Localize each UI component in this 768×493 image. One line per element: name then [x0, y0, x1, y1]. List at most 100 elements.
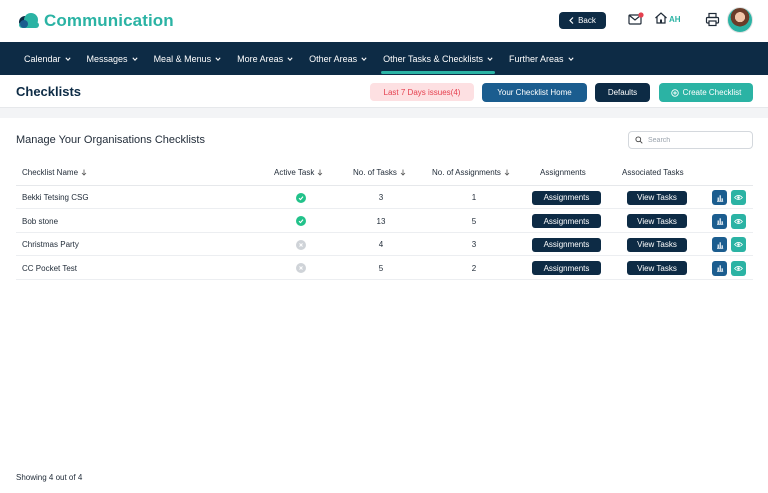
task-count: 3 — [378, 193, 384, 202]
nav-item-label: More Areas — [237, 53, 284, 64]
section-title: Manage Your Organisations Checklists — [16, 134, 205, 146]
cloud-logo-icon — [19, 13, 39, 28]
view-tasks-button[interactable]: View Tasks — [627, 190, 687, 205]
column-header-active-label: Active Task — [274, 168, 315, 177]
column-header-assignments: Assignments — [540, 168, 586, 177]
nav-item-label: Other Areas — [309, 53, 358, 64]
table-row: CC Pocket Test 5 2 Assignments View Task… — [16, 257, 753, 280]
printer-icon[interactable] — [705, 12, 720, 27]
assignment-count: 2 — [471, 263, 477, 273]
defaults-button[interactable]: Defaults — [595, 83, 650, 102]
chevron-down-icon — [567, 56, 574, 61]
column-header-name-label: Checklist Name — [22, 168, 79, 177]
column-header-assignments-count[interactable]: No. of Assignments — [432, 168, 510, 177]
search-icon — [635, 136, 643, 144]
row-actions — [712, 233, 746, 256]
assignments-button[interactable]: Assignments — [532, 190, 601, 205]
eye-icon[interactable] — [731, 260, 746, 276]
nav-item-label: Calendar — [24, 53, 61, 64]
view-tasks-cell: View Tasks — [627, 186, 687, 209]
checklist-name[interactable]: Bob stone — [22, 210, 58, 233]
assignments-cell: Assignments — [532, 257, 601, 280]
column-header-tasks-label: No. of Tasks — [353, 168, 397, 177]
nav-item-0[interactable]: Calendar — [24, 42, 71, 75]
row-actions — [712, 210, 746, 233]
nav-item-label: Messages — [86, 53, 128, 64]
table-row: Bob stone 13 5 Assignments View Tasks — [16, 210, 753, 233]
nav-item-5[interactable]: Other Tasks & Checklists — [381, 42, 495, 75]
bar-chart-icon[interactable] — [712, 190, 727, 205]
back-button[interactable]: Back — [559, 12, 606, 29]
page-header: Checklists Last 7 Days issues(4) Your Ch… — [0, 75, 768, 108]
view-tasks-button[interactable]: View Tasks — [627, 237, 687, 252]
assignment-count: 5 — [471, 216, 477, 226]
task-count: 13 — [376, 216, 386, 226]
nav-item-1[interactable]: Messages — [87, 42, 138, 75]
pagination-summary: Showing 4 out of 4 — [16, 473, 83, 482]
app-title: Communication — [44, 11, 174, 30]
column-header-active[interactable]: Active Task — [274, 168, 323, 177]
view-tasks-cell: View Tasks — [627, 210, 687, 233]
eye-icon[interactable] — [731, 213, 746, 229]
home-icon[interactable] — [654, 11, 668, 25]
eye-icon[interactable] — [731, 190, 746, 205]
column-header-assignments-label: Assignments — [540, 168, 586, 177]
active-status — [286, 233, 316, 256]
column-header-name[interactable]: Checklist Name — [22, 168, 87, 177]
chevron-down-icon — [131, 56, 138, 61]
chevron-down-icon — [287, 56, 293, 61]
user-initials[interactable]: AH — [669, 15, 681, 24]
assignments-cell: Assignments — [532, 210, 601, 233]
nav-item-3[interactable]: More Areas — [237, 42, 293, 75]
assignments-cell: Assignments — [532, 186, 601, 209]
last-7-days-issues-button[interactable]: Last 7 Days issues(4) — [370, 83, 474, 101]
checklist-name[interactable]: Christmas Party — [22, 233, 79, 256]
page-title: Checklists — [16, 84, 82, 99]
chevron-down-icon — [64, 56, 71, 61]
nav-item-6[interactable]: Further Areas — [509, 42, 574, 75]
mail-notification-icon[interactable] — [628, 12, 644, 26]
row-actions — [712, 257, 746, 280]
task-count: 4 — [378, 240, 384, 249]
column-header-associated-label: Associated Tasks — [622, 168, 684, 177]
create-checklist-button[interactable]: Create Checklist — [659, 83, 753, 102]
view-tasks-button[interactable]: View Tasks — [627, 261, 687, 275]
nav-item-label: Meal & Menus — [153, 53, 212, 64]
eye-icon[interactable] — [731, 237, 746, 252]
nav-item-4[interactable]: Other Areas — [309, 42, 367, 75]
assignment-count: 1 — [471, 193, 477, 202]
active-status — [286, 186, 316, 209]
view-tasks-cell: View Tasks — [627, 233, 687, 256]
arrow-down-icon — [318, 169, 323, 176]
column-header-tasks[interactable]: No. of Tasks — [353, 168, 406, 177]
active-status — [286, 210, 316, 233]
top-header: Communication Back AH — [0, 0, 768, 42]
assignments-button[interactable]: Assignments — [532, 261, 601, 275]
check-circle-icon — [296, 192, 306, 203]
view-tasks-cell: View Tasks — [627, 257, 687, 280]
checklist-name[interactable]: Bekki Tetsing CSG — [22, 186, 89, 209]
bar-chart-icon[interactable] — [712, 237, 727, 252]
column-header-associated: Associated Tasks — [622, 168, 684, 177]
view-tasks-button[interactable]: View Tasks — [627, 214, 687, 228]
chevron-down-icon — [215, 56, 221, 61]
table-row: Christmas Party 4 3 Assignments View Tas… — [16, 233, 753, 256]
nav-item-2[interactable]: Meal & Menus — [154, 42, 222, 75]
back-label: Back — [578, 16, 596, 25]
assignments-cell: Assignments — [532, 233, 601, 256]
search-box — [628, 131, 753, 149]
row-actions — [712, 186, 746, 209]
assignment-count: 3 — [471, 240, 477, 249]
main-nav: Calendar Messages Meal & Menus More Areas Ot… — [0, 42, 768, 75]
checklist-home-button[interactable]: Your Checklist Home — [482, 83, 587, 102]
assignments-button[interactable]: Assignments — [532, 214, 601, 228]
x-circle-icon — [296, 239, 306, 250]
chevron-down-icon — [361, 56, 367, 61]
bar-chart-icon[interactable] — [712, 260, 727, 276]
create-checklist-label: Create Checklist — [682, 88, 742, 97]
checklist-name[interactable]: CC Pocket Test — [22, 257, 77, 280]
search-input[interactable] — [648, 136, 748, 144]
bar-chart-icon[interactable] — [712, 213, 727, 229]
avatar[interactable] — [727, 7, 753, 33]
assignments-button[interactable]: Assignments — [532, 237, 601, 252]
